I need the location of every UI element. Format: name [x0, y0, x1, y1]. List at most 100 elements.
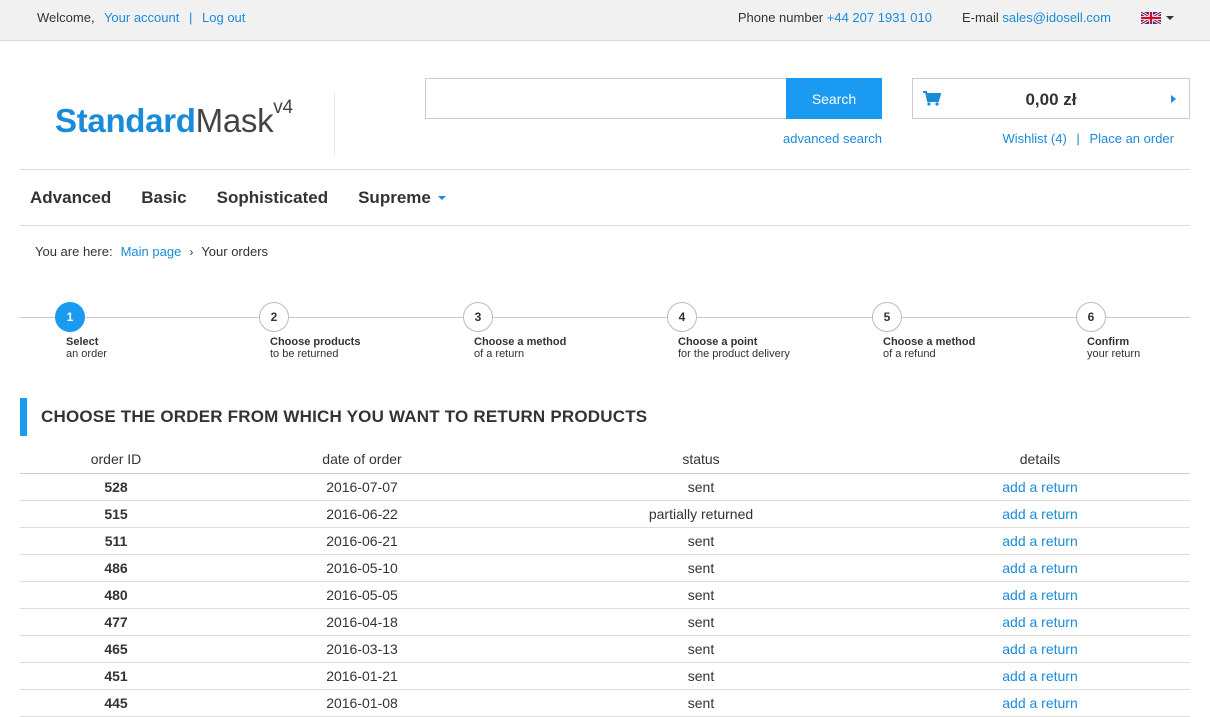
phone-link[interactable]: +44 207 1931 010	[827, 10, 932, 25]
step-2: 2 Choose products to be returned	[259, 302, 360, 360]
place-order-link[interactable]: Place an order	[1089, 131, 1174, 146]
column-header-status: status	[512, 446, 890, 474]
breadcrumb-home-link[interactable]: Main page	[121, 244, 182, 259]
order-status: sent	[512, 527, 890, 555]
table-row: 528 2016-07-07 sent add a return	[20, 473, 1190, 501]
order-id: 480	[20, 581, 212, 609]
logo-part-mask: Mask	[195, 102, 274, 139]
step-subtitle: for the product delivery	[678, 348, 790, 360]
table-row: 445 2016-01-08 sent add a return	[20, 689, 1190, 717]
search-input[interactable]	[425, 78, 786, 119]
step-1: 1 Select an order	[55, 302, 107, 360]
logo-version: v4	[273, 97, 293, 118]
table-row: 451 2016-01-21 sent add a return	[20, 662, 1190, 690]
wishlist-link[interactable]: Wishlist (4)	[1003, 131, 1067, 146]
site-header: StandardMaskv4 Search advanced search 0,…	[20, 41, 1190, 170]
section-heading: CHOOSE THE ORDER FROM WHICH YOU WANT TO …	[20, 398, 647, 436]
orders-table: order ID date of order status details 52…	[20, 446, 1190, 717]
language-selector[interactable]	[1141, 11, 1174, 24]
site-logo[interactable]: StandardMaskv4	[55, 98, 293, 139]
steps-line	[20, 317, 1190, 318]
main-nav: Advanced Basic Sophisticated Supreme	[20, 170, 1190, 226]
order-date: 2016-01-21	[212, 662, 512, 690]
add-return-link[interactable]: add a return	[1002, 641, 1078, 657]
step-number: 3	[463, 302, 493, 332]
chevron-down-icon	[1166, 15, 1174, 20]
contact-info: Phone number +44 207 1931 010 E-mail sal…	[708, 10, 1174, 25]
table-header-row: order ID date of order status details	[20, 446, 1190, 474]
separator: |	[189, 10, 193, 25]
nav-item-basic[interactable]: Basic	[141, 188, 186, 208]
breadcrumb-label: You are here:	[35, 244, 113, 259]
step-title: Confirm	[1087, 336, 1130, 348]
order-status: sent	[512, 608, 890, 636]
email-link[interactable]: sales@idosell.com	[1002, 10, 1111, 25]
order-id: 477	[20, 608, 212, 636]
phone-group: Phone number +44 207 1931 010	[738, 10, 932, 25]
order-id: 511	[20, 527, 212, 555]
order-status: sent	[512, 689, 890, 717]
order-date: 2016-04-18	[212, 608, 512, 636]
order-date: 2016-05-10	[212, 554, 512, 582]
nav-item-supreme[interactable]: Supreme	[358, 188, 446, 208]
logout-link[interactable]: Log out	[202, 10, 245, 25]
breadcrumb-current: Your orders	[201, 244, 269, 259]
step-number: 5	[872, 302, 902, 332]
your-account-link[interactable]: Your account	[104, 10, 179, 25]
add-return-link[interactable]: add a return	[1002, 506, 1078, 522]
section-title: CHOOSE THE ORDER FROM WHICH YOU WANT TO …	[41, 407, 648, 426]
search-button[interactable]: Search	[786, 78, 882, 119]
add-return-link[interactable]: add a return	[1002, 614, 1078, 630]
order-date: 2016-06-22	[212, 500, 512, 528]
step-3: 3 Choose a method of a return	[463, 302, 566, 360]
add-return-link[interactable]: add a return	[1002, 668, 1078, 684]
order-id: 451	[20, 662, 212, 690]
step-6: 6 Confirm your return	[1076, 302, 1140, 360]
header-links: Wishlist (4) | Place an order	[1003, 131, 1174, 146]
welcome-text: Welcome,	[37, 10, 95, 25]
uk-flag-icon	[1141, 11, 1161, 24]
step-title: Choose a method	[474, 336, 567, 348]
order-status: sent	[512, 662, 890, 690]
column-header-order-id: order ID	[20, 446, 212, 474]
nav-item-advanced[interactable]: Advanced	[30, 188, 111, 208]
order-status: sent	[512, 554, 890, 582]
cart-button[interactable]: 0,00 zł	[912, 78, 1190, 119]
add-return-link[interactable]: add a return	[1002, 479, 1078, 495]
order-date: 2016-05-05	[212, 581, 512, 609]
chevron-down-icon	[437, 195, 446, 200]
table-row: 511 2016-06-21 sent add a return	[20, 527, 1190, 555]
step-title: Choose a point	[678, 336, 758, 348]
advanced-search-link[interactable]: advanced search	[783, 131, 882, 146]
step-subtitle: your return	[1087, 348, 1141, 360]
logo-part-standard: Standard	[55, 102, 196, 139]
step-subtitle: of a return	[474, 348, 525, 360]
order-status: sent	[512, 581, 890, 609]
order-id: 465	[20, 635, 212, 663]
chevron-right-icon: ›	[189, 244, 194, 259]
add-return-link[interactable]: add a return	[1002, 533, 1078, 549]
step-4: 4 Choose a point for the product deliver…	[667, 302, 790, 360]
column-header-details: details	[890, 446, 1190, 474]
order-status: partially returned	[512, 500, 890, 528]
email-group: E-mail sales@idosell.com	[962, 10, 1111, 25]
step-title: Choose a method	[883, 336, 976, 348]
step-number: 6	[1076, 302, 1106, 332]
step-subtitle: an order	[66, 348, 107, 360]
add-return-link[interactable]: add a return	[1002, 560, 1078, 576]
order-status: sent	[512, 473, 890, 501]
phone-label: Phone number	[737, 10, 824, 25]
email-label: E-mail	[961, 10, 999, 25]
nav-item-label: Sophisticated	[216, 187, 329, 207]
add-return-link[interactable]: add a return	[1002, 695, 1078, 711]
account-links: Welcome, Your account | Log out	[37, 10, 245, 25]
order-date: 2016-06-21	[212, 527, 512, 555]
table-row: 515 2016-06-22 partially returned add a …	[20, 500, 1190, 528]
order-date: 2016-07-07	[212, 473, 512, 501]
order-date: 2016-01-08	[212, 689, 512, 717]
order-id: 515	[20, 500, 212, 528]
step-subtitle: of a refund	[883, 348, 936, 360]
nav-item-sophisticated[interactable]: Sophisticated	[217, 188, 328, 208]
step-5: 5 Choose a method of a refund	[872, 302, 975, 360]
add-return-link[interactable]: add a return	[1002, 587, 1078, 603]
